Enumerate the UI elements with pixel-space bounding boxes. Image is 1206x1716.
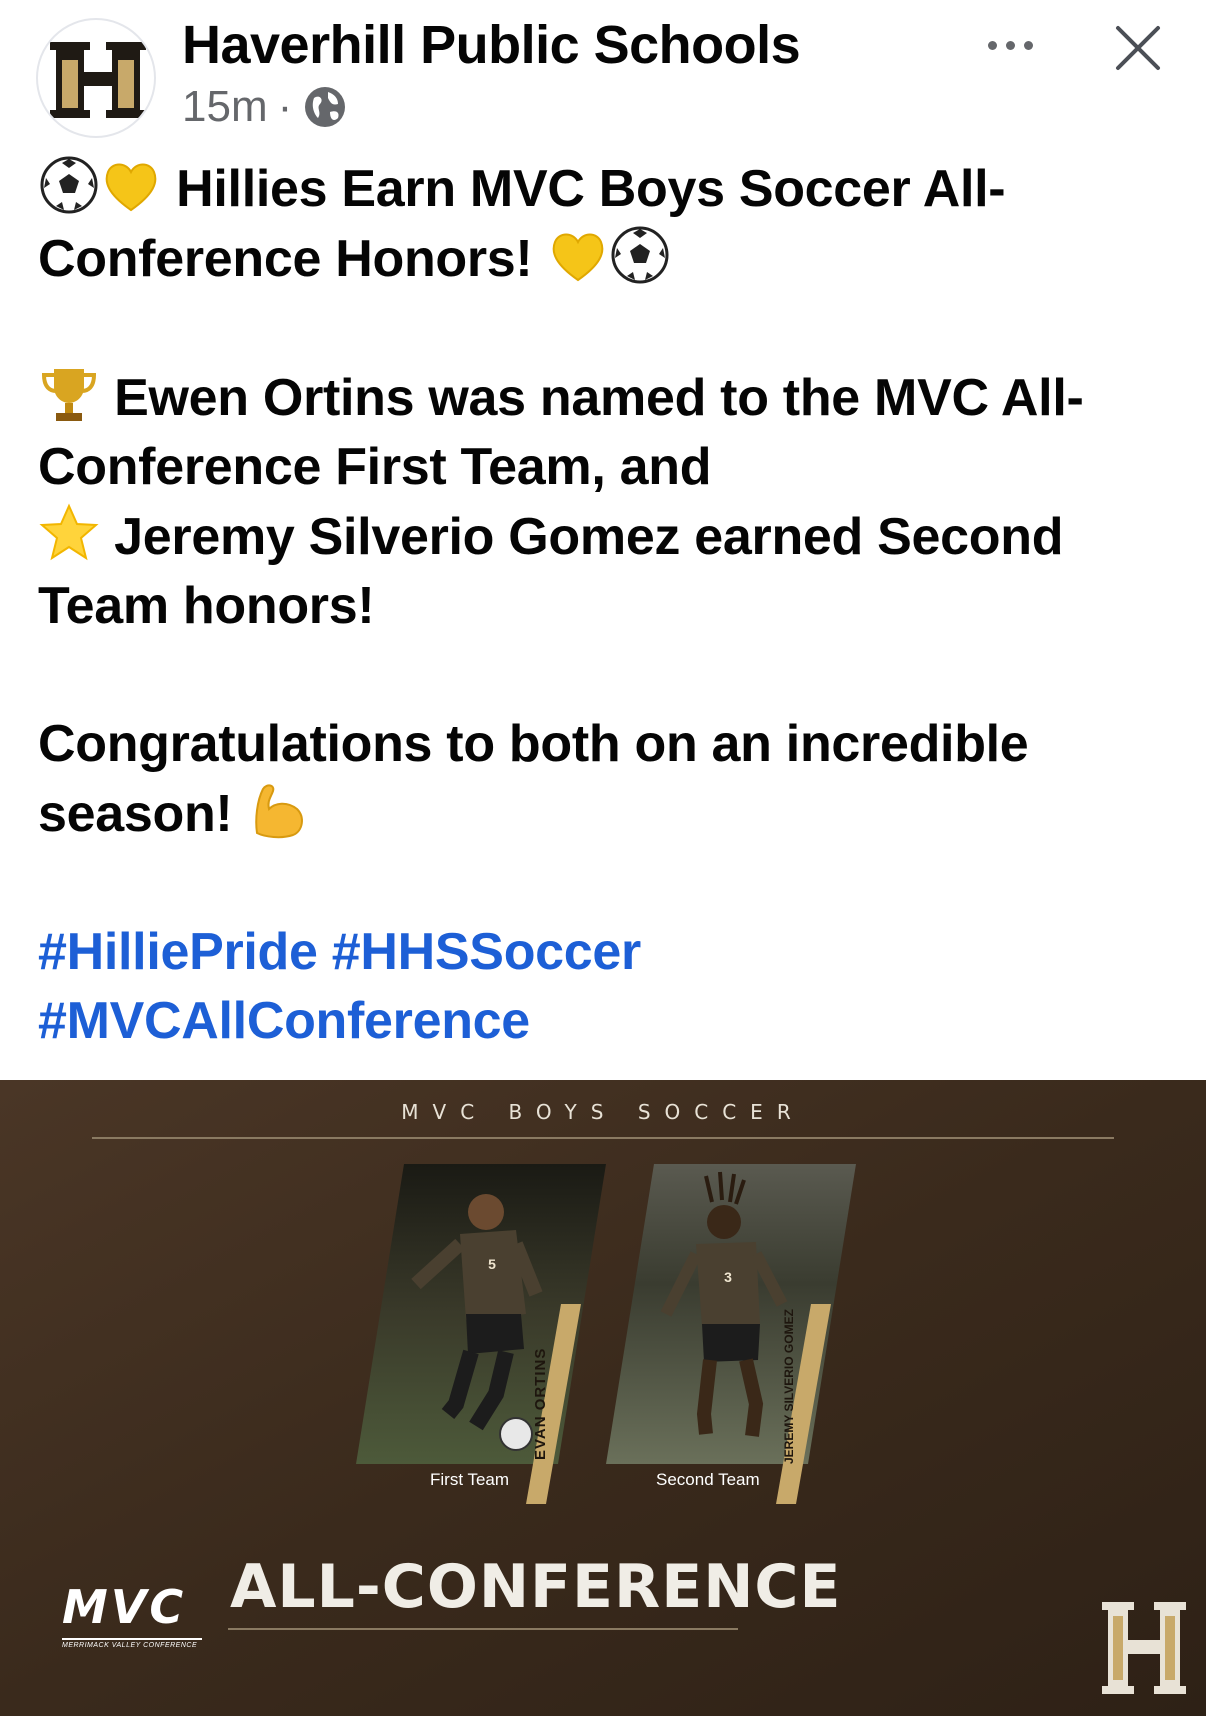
mvc-logo-text: MVC [62,1580,187,1634]
post-text: Hillies Earn MVC Boys Soccer All-Confere… [38,154,1178,1056]
honors-paragraph: Ewen Ortins was named to the MVC All-Con… [38,363,1178,641]
globe-icon[interactable] [302,84,348,130]
post-title: Hillies Earn MVC Boys Soccer All-Confere… [38,160,1006,288]
player-photo: 3 [606,1164,856,1504]
post-header: Haverhill Public Schools 15m · [0,0,1206,140]
page-avatar[interactable] [36,18,156,138]
team-label: Second Team [656,1470,760,1489]
trophy-icon [38,363,100,425]
all-conference-banner: ALL-CONFERENCE [230,1552,842,1622]
mvc-logo-subtitle: MERRIMACK VALLEY CONFERENCE [62,1638,202,1649]
player-card: 5 EVAN ORTINS First Team [356,1164,606,1504]
hashtag-link[interactable]: #HilliePride [38,923,318,981]
more-options-icon[interactable] [980,30,1040,60]
jersey-number: 3 [724,1269,732,1285]
post-title-paragraph: Hillies Earn MVC Boys Soccer All-Confere… [38,154,1178,294]
post-meta: 15m · [182,82,348,132]
mvc-logo: MVC MERRIMACK VALLEY CONFERENCE [62,1580,212,1652]
congrats-text: Congratulations to both on an incredible… [38,715,1029,843]
yellow-heart-icon [100,154,162,216]
soccer-ball-icon [609,224,671,286]
hashtag-link[interactable]: #MVCAllConference [38,992,530,1050]
first-team-line: Ewen Ortins was named to the MVC All-Con… [38,369,1084,496]
yellow-heart-icon [547,224,609,286]
flexed-biceps-icon [247,779,309,841]
hashtag-link[interactable]: #HHSSoccer [332,923,641,981]
hashtags: #HilliePride #HHSSoccer #MVCAllConferenc… [38,918,1178,1056]
graphic-heading: MVC BOYS SOCCER [401,1100,805,1124]
player-card: 3 JEREMY SILVERIO GOMEZ Second Team [606,1164,856,1504]
congrats-paragraph: Congratulations to both on an incredible… [38,710,1178,849]
divider [228,1628,738,1630]
page-name[interactable]: Haverhill Public Schools [182,14,801,76]
soccer-ball-icon [38,154,100,216]
close-icon[interactable] [1112,22,1164,74]
jersey-number: 5 [488,1256,496,1272]
player-name: JEREMY SILVERIO GOMEZ [782,1309,796,1464]
post-time[interactable]: 15m [182,82,268,132]
meta-separator: · [277,82,293,131]
school-logo [1102,1602,1186,1694]
team-label: First Team [430,1470,510,1489]
player-photo: 5 [356,1164,606,1504]
second-team-line: Jeremy Silverio Gomez earned Second Team… [38,508,1064,635]
post-image[interactable]: MVC BOYS SOCCER 5 EVAN ORTINS First Team… [0,1080,1206,1716]
player-name: EVAN ORTINS [532,1347,549,1460]
star-icon [38,502,100,564]
divider [92,1137,1114,1139]
